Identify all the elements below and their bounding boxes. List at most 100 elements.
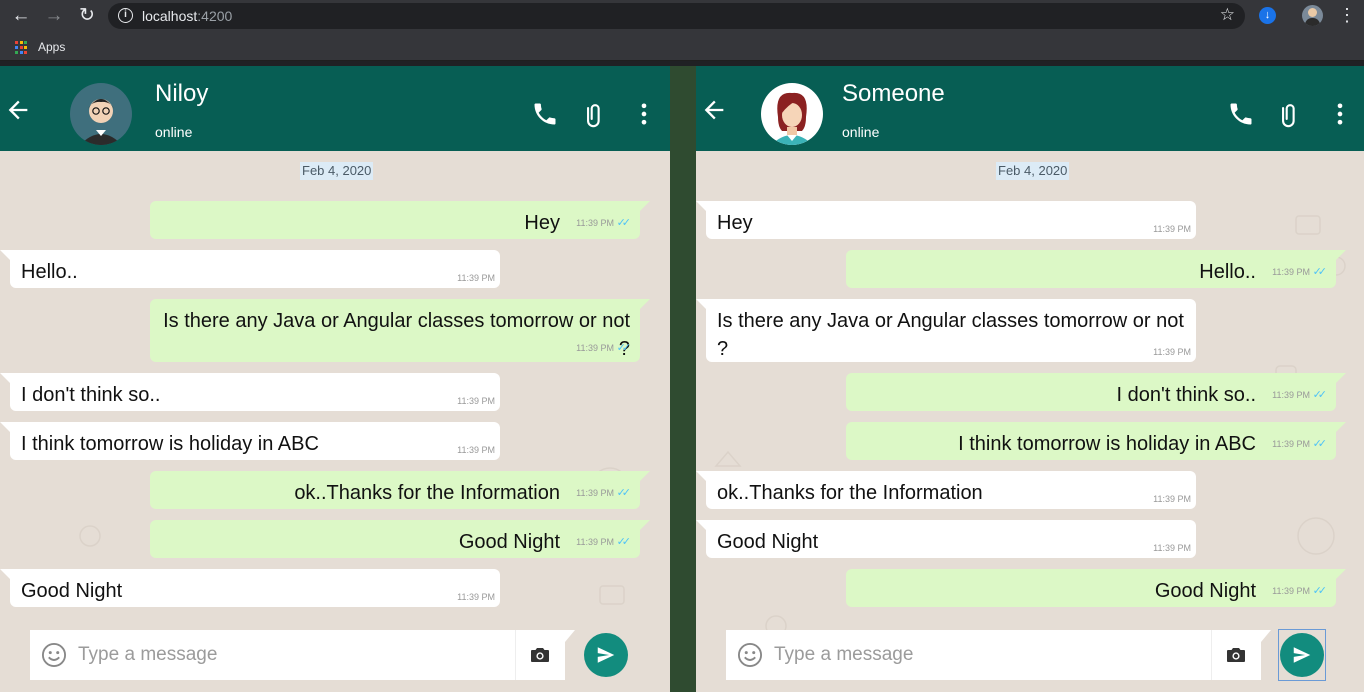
outgoing-message[interactable]: Hello.. 11:39 PM ✓✓ [846,250,1346,288]
contact-name: Niloy [155,80,209,107]
apps-grid-icon[interactable] [15,41,28,54]
message-text: Is there any Java or Angular classes tom… [717,310,1184,360]
arrow-left-icon[interactable] [4,96,32,124]
emoji-icon[interactable] [40,641,68,669]
paperclip-icon[interactable] [581,100,609,128]
message-time: 11:39 PM [1272,439,1310,449]
message-input[interactable] [774,630,1204,680]
incoming-message[interactable]: Good Night 11:39 PM [696,520,1196,558]
date-divider: Feb 4, 2020 [300,162,374,180]
message-text: Good Night [717,531,819,553]
message-text: ok..Thanks for the Information [717,482,983,504]
message-text: I don't think so.. [1116,384,1256,406]
incoming-message[interactable]: Good Night 11:39 PM [0,569,500,607]
message-text: I think tomorrow is holiday in ABC [958,433,1256,455]
incoming-message[interactable]: Is there any Java or Angular classes tom… [696,299,1196,362]
contact-avatar[interactable] [761,83,823,145]
message-time: 11:39 PM [457,396,495,406]
site-info-icon[interactable]: i [118,8,133,23]
message-text: I think tomorrow is holiday in ABC [21,433,319,455]
message-text: ok..Thanks for the Information [294,482,560,504]
back-arrow-icon[interactable]: ← [8,3,34,29]
incoming-message[interactable]: I don't think so.. 11:39 PM [0,373,500,411]
outgoing-message[interactable]: ok..Thanks for the Information 11:39 PM ✓✓ [150,471,650,509]
browser-menu-icon[interactable]: ⋮ [1338,5,1356,25]
camera-icon [531,648,549,662]
outgoing-message[interactable]: Is there any Java or Angular classes tom… [150,299,650,362]
url-host: localhost [142,8,198,24]
double-check-icon: ✓✓ [616,536,632,548]
double-check-icon: ✓✓ [616,217,632,229]
chat-panel-someone: Someone online Feb 4, 2020 Hey 11:39 PM He… [696,66,1364,692]
incoming-message[interactable]: I think tomorrow is holiday in ABC 11:39 … [0,422,500,460]
double-check-icon: ✓✓ [1312,585,1328,597]
message-time: 11:39 PM [576,488,614,498]
chat-header: Someone online [696,66,1364,151]
contact-avatar[interactable] [70,83,132,145]
outgoing-message[interactable]: I don't think so.. 11:39 PM ✓✓ [846,373,1346,411]
reload-icon[interactable]: ↻ [74,3,100,29]
message-time: 11:39 PM [1272,390,1310,400]
message-text: Hello.. [21,261,78,283]
send-button[interactable] [584,633,628,677]
app-page: Niloy online Feb 4, 2020 Hey 11:39 PM ✓✓ He… [0,66,1364,692]
url-port: :4200 [197,8,233,24]
double-check-icon: ✓✓ [1312,266,1328,278]
message-time: 11:39 PM [1153,494,1191,504]
double-check-icon: ✓✓ [1312,438,1328,450]
phone-icon[interactable] [531,100,559,128]
date-divider: Feb 4, 2020 [996,162,1070,180]
camera-button[interactable] [1211,630,1271,680]
message-text: Is there any Java or Angular classes tom… [163,310,630,360]
incoming-message[interactable]: ok..Thanks for the Information 11:39 PM [696,471,1196,509]
arrow-left-icon[interactable] [700,96,728,124]
chat-panel-niloy: Niloy online Feb 4, 2020 Hey 11:39 PM ✓✓ He… [0,66,670,692]
browser-toolbar: ← → ↻ i localhost:4200 ☆ ↓ ⋮ [0,0,1364,33]
send-icon [597,647,615,663]
phone-icon[interactable] [1227,100,1255,128]
bookmarks-bar: Apps [0,33,1364,61]
outgoing-message[interactable]: Good Night 11:39 PM ✓✓ [150,520,650,558]
message-time: 11:39 PM [576,537,614,547]
chat-header: Niloy online [0,66,670,151]
outgoing-message[interactable]: Good Night 11:39 PM ✓✓ [846,569,1346,607]
message-text: Hey [717,212,753,234]
contact-status: online [155,124,193,140]
message-time: 11:39 PM [1272,586,1310,596]
incoming-message[interactable]: Hey 11:39 PM [696,201,1196,239]
forward-arrow-icon[interactable]: → [41,3,67,29]
message-composer [726,630,1212,680]
apps-bookmark[interactable]: Apps [38,40,65,54]
double-check-icon: ✓✓ [1312,389,1328,401]
message-time: 11:39 PM [457,273,495,283]
paperclip-icon[interactable] [1276,100,1304,128]
outgoing-message[interactable]: Hey 11:39 PM ✓✓ [150,201,650,239]
incoming-message[interactable]: Hello.. 11:39 PM [0,250,500,288]
message-input[interactable] [78,630,508,680]
message-text: I don't think so.. [21,384,161,406]
message-composer [30,630,516,680]
emoji-icon[interactable] [736,641,764,669]
more-vertical-icon[interactable] [630,100,658,128]
message-time: 11:39 PM [576,218,614,228]
message-text: Good Night [21,580,123,602]
contact-status: online [842,124,880,140]
message-time: 11:39 PM [1153,224,1191,234]
message-text: Good Night [458,531,560,553]
address-bar[interactable]: i localhost:4200 ☆ [108,3,1245,29]
double-check-icon: ✓✓ [616,342,632,354]
contact-name: Someone [842,80,945,107]
send-button[interactable] [1280,633,1324,677]
double-check-icon: ✓✓ [616,487,632,499]
address-url: localhost:4200 [142,8,232,24]
profile-avatar[interactable] [1302,5,1323,26]
message-time: 11:39 PM [457,592,495,602]
outgoing-message[interactable]: I think tomorrow is holiday in ABC 11:39 … [846,422,1346,460]
bookmark-star-icon[interactable]: ☆ [1220,5,1235,25]
more-vertical-icon[interactable] [1326,100,1354,128]
camera-button[interactable] [515,630,575,680]
message-text: Hey [524,212,560,234]
camera-icon [1227,648,1245,662]
extension-download-icon[interactable]: ↓ [1259,7,1276,24]
message-text: Hello.. [1199,261,1256,283]
